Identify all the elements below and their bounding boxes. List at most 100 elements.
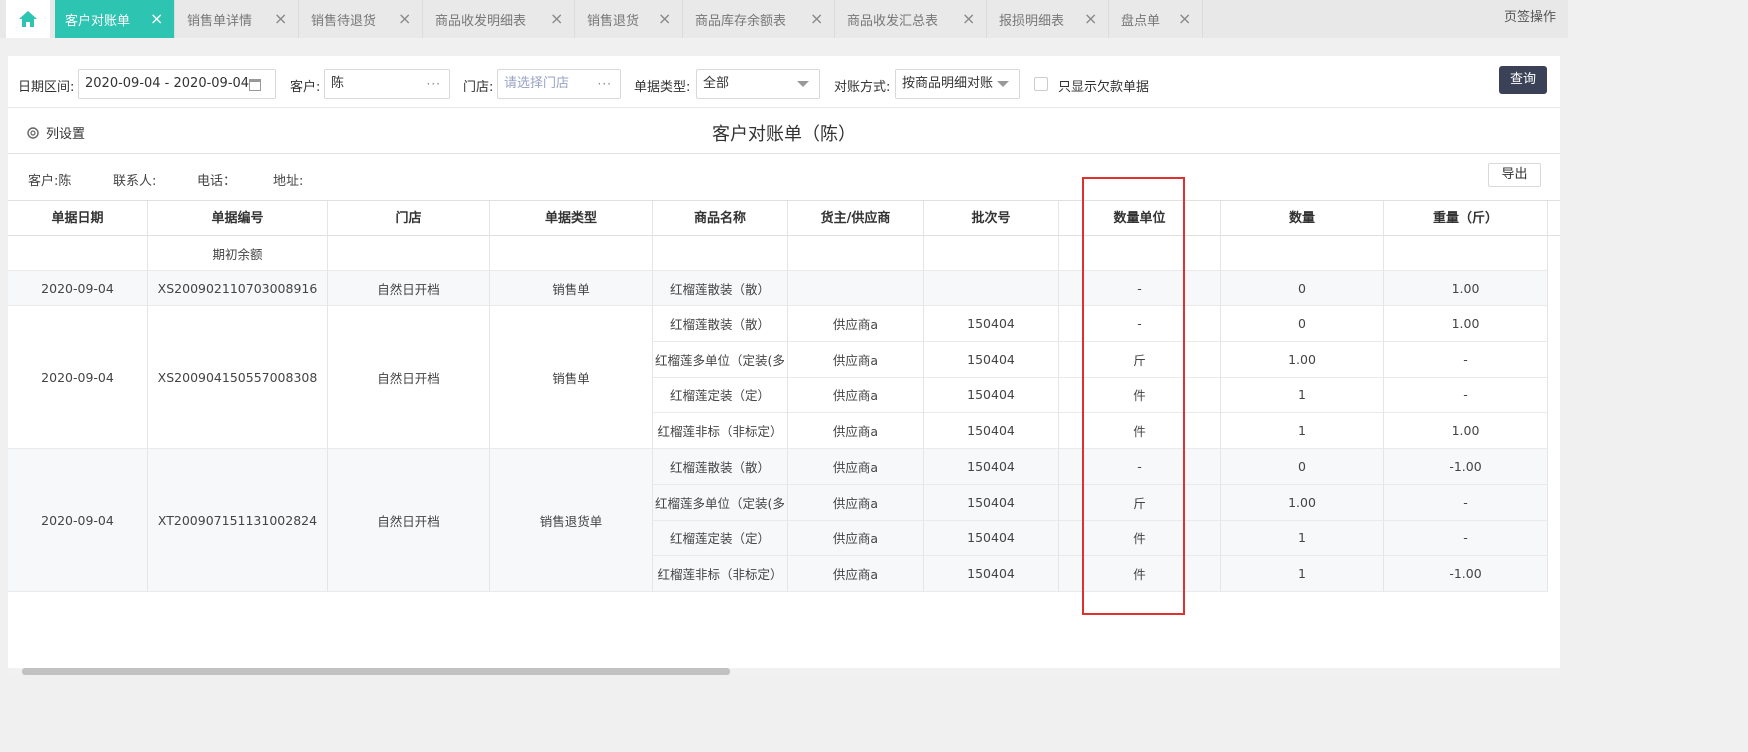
column-header[interactable]: 单据类型 [490,201,653,236]
tab-item[interactable]: 商品库存余额表 × [685,0,835,38]
tab-label: 报损明细表 [999,13,1065,29]
line-batch-cell: 150404 [924,413,1059,449]
tab-label: 盘点单 [1121,13,1161,29]
date-range-value: 2020-09-04 - 2020-09-04 [85,76,250,91]
group-date-cell: 2020-09-04 [8,306,148,449]
column-header[interactable]: 货主/供应商 [788,201,924,236]
line-product-cell: 红榴莲多单位（定装(多 [653,341,788,378]
tab-label: 销售待退货 [311,13,377,29]
horizontal-scrollbar[interactable] [8,668,1560,675]
line-product-cell: 红榴莲散装（散） [653,449,788,485]
line-batch-cell [924,271,1059,306]
line-weight-cell: - [1384,484,1548,521]
customer-label: 客户: [290,80,321,95]
export-button[interactable]: 导出 [1488,163,1541,187]
table-cell [1221,236,1384,271]
query-button[interactable]: 查询 [1499,66,1547,94]
line-weight-cell: - [1384,341,1548,378]
line-supplier-cell: 供应商a [788,484,924,521]
date-range-input[interactable]: 2020-09-04 - 2020-09-04 [78,69,276,99]
tab-item[interactable]: 盘点单 × [1111,0,1203,38]
close-icon[interactable]: × [550,9,564,29]
home-icon [19,11,37,27]
close-icon[interactable]: × [398,9,412,29]
close-icon[interactable]: × [1084,9,1098,29]
line-batch-cell: 150404 [924,306,1059,342]
line-weight-cell: -1.00 [1384,556,1548,592]
column-header[interactable]: 门店 [328,201,490,236]
chevron-down-icon [797,81,809,87]
more-icon[interactable]: ··· [427,70,441,98]
table-cell [788,236,924,271]
close-icon[interactable]: × [962,9,976,29]
line-qty-cell: 0 [1221,271,1384,306]
line-weight-cell: 1.00 [1384,413,1548,449]
scrollbar-thumb[interactable] [22,668,730,675]
tab-item[interactable]: 商品收发汇总表 × [837,0,987,38]
gear-icon [27,126,39,139]
line-batch-cell: 150404 [924,449,1059,485]
line-qty-cell: 0 [1221,306,1384,342]
tab-item[interactable]: 报损明细表 × [989,0,1109,38]
line-product-cell: 红榴莲非标（非标定） [653,413,788,449]
store-select[interactable]: 请选择门店 ··· [497,69,621,99]
tab-item[interactable]: 销售待退货 × [301,0,423,38]
line-qty-cell: 1.00 [1221,341,1384,378]
column-settings-button[interactable]: 列设置 [26,123,85,142]
group-doc-no-cell: XS200904150557008308 [148,306,328,449]
home-tab[interactable] [6,0,50,38]
line-batch-cell: 150404 [924,484,1059,521]
column-header[interactable]: 重量（斤） [1384,201,1548,236]
main-panel: 日期区间: 2020-09-04 - 2020-09-04 客户: 陈 ··· … [8,56,1560,675]
calendar-icon[interactable] [249,79,261,91]
close-icon[interactable]: × [1178,9,1192,29]
table-cell [924,236,1059,271]
line-supplier-cell: 供应商a [788,520,924,557]
tab-item[interactable]: 商品收发明细表 × [425,0,575,38]
group-date-cell: 2020-09-04 [8,271,148,306]
only-debt-label[interactable]: 只显示欠款单据 [1058,76,1149,95]
column-header[interactable]: 数量 [1221,201,1384,236]
line-product-cell: 红榴莲定装（定） [653,377,788,414]
line-qty-cell: 0 [1221,449,1384,485]
tab-item[interactable]: 销售单详情 × [177,0,299,38]
line-weight-cell: 1.00 [1384,271,1548,306]
doctype-select[interactable]: 全部 [696,69,820,99]
line-product-cell: 红榴莲散装（散） [653,271,788,306]
line-weight-cell: - [1384,520,1548,557]
line-supplier-cell: 供应商a [788,306,924,342]
customer-select[interactable]: 陈 ··· [324,69,450,99]
group-store-cell: 自然日开档 [328,271,490,306]
tab-operations-menu[interactable]: 页签操作 [1504,6,1556,25]
line-qty-cell: 1 [1221,556,1384,592]
table-cell [8,236,148,271]
doctype-value: 全部 [703,76,730,91]
line-supplier-cell: 供应商a [788,449,924,485]
close-icon[interactable]: × [274,9,288,29]
close-icon[interactable]: × [810,9,824,29]
column-header[interactable]: 单据编号 [148,201,328,236]
line-weight-cell: 1.00 [1384,306,1548,342]
column-header[interactable]: 批次号 [924,201,1059,236]
store-placeholder: 请选择门店 [504,76,570,91]
close-icon[interactable]: × [658,9,672,29]
group-doc-no-cell: XT200907151131002824 [148,449,328,592]
tab-label: 商品收发汇总表 [847,13,939,29]
more-icon[interactable]: ··· [598,70,612,98]
close-icon[interactable]: × [150,9,164,29]
group-store-cell: 自然日开档 [328,449,490,592]
tab-label: 销售退货 [587,13,640,29]
line-batch-cell: 150404 [924,341,1059,378]
column-header[interactable]: 单据日期 [8,201,148,236]
group-date-cell: 2020-09-04 [8,449,148,592]
tab-item[interactable]: 客户对账单 × [55,0,175,38]
recon-method-label: 对账方式: [834,80,891,95]
table-cell [328,236,490,271]
highlight-box [1082,177,1185,615]
tab-item[interactable]: 销售退货 × [577,0,683,38]
recon-method-select[interactable]: 按商品明细对账 [895,69,1020,99]
only-debt-checkbox[interactable] [1034,77,1048,91]
line-qty-cell: 1 [1221,520,1384,557]
line-product-cell: 红榴莲非标（非标定） [653,556,788,592]
column-header[interactable]: 商品名称 [653,201,788,236]
